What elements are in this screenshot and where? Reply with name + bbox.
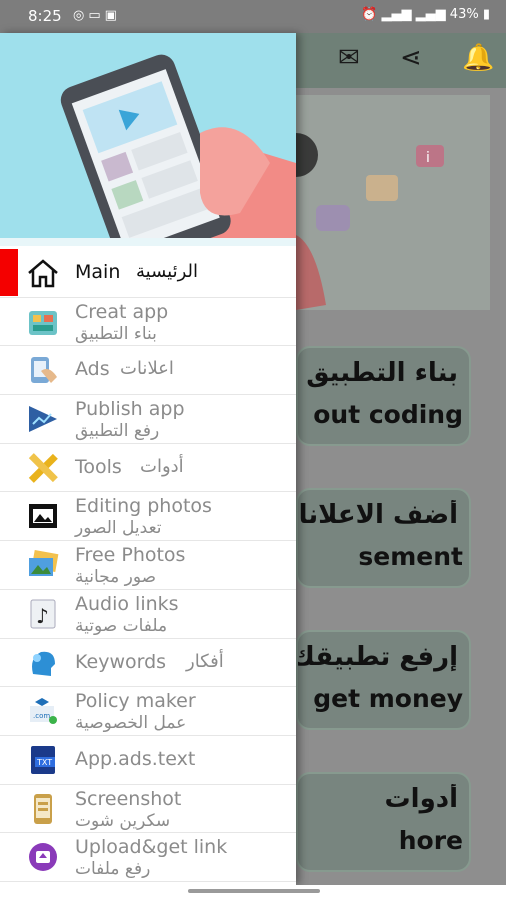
drawer-item-label: Publish app xyxy=(75,398,185,421)
bg-card-title: إرفع تطبيقك xyxy=(298,642,458,672)
drawer-header-illustration xyxy=(0,33,296,246)
status-time: 8:25 xyxy=(28,7,62,25)
txt-file-icon: TXT xyxy=(26,744,60,776)
drawer-item-free-photos[interactable]: Free Photos صور مجانية xyxy=(0,541,296,590)
drawer-item-label: Upload&get link xyxy=(75,836,228,859)
tools-icon xyxy=(26,452,60,484)
bg-card-subtitle: get money xyxy=(313,684,463,713)
drawer-menu: Main الرئيسية Creat app بناء التطبيق Ads… xyxy=(0,249,296,882)
drawer-item-label: Policy maker xyxy=(75,690,196,713)
home-gesture-pill[interactable] xyxy=(188,889,320,893)
ads-icon xyxy=(26,354,60,386)
battery-icon: ▮ xyxy=(482,7,490,22)
drawer-item-label: Screenshot xyxy=(75,787,182,810)
bg-card-subtitle: out coding xyxy=(313,400,463,429)
sync-icon: ◎ xyxy=(73,8,89,23)
bg-card-publish[interactable]: إرفع تطبيقك get money xyxy=(296,630,471,730)
drawer-item-label: Audio links xyxy=(75,592,179,615)
home-icon xyxy=(26,257,60,289)
status-left-icons: ◎▭▣ xyxy=(73,8,121,23)
svg-text:.com: .com xyxy=(33,712,50,720)
drawer-item-label: Ads xyxy=(75,358,110,381)
svg-text:TXT: TXT xyxy=(36,758,52,767)
phone-in-hand-illustration xyxy=(0,33,296,246)
photo-edit-icon xyxy=(26,500,60,532)
status-right: ⏰ ▂▄▆ ▂▄▆ 43% ▮ xyxy=(361,7,490,22)
hero-illustration: i xyxy=(274,95,490,310)
app-toolbar: ✉ ⋖ 🔔 xyxy=(296,33,506,88)
mail-icon[interactable]: ✉ xyxy=(338,43,360,73)
keywords-icon xyxy=(26,647,60,679)
publish-icon xyxy=(26,403,60,435)
bg-card-title: بناء التطبيق xyxy=(306,358,458,388)
svg-text:♪: ♪ xyxy=(36,604,49,628)
drawer-item-label-ar: سكرين شوت xyxy=(75,810,171,831)
share-icon[interactable]: ⋖ xyxy=(400,43,422,73)
screenshot-icon xyxy=(26,793,60,825)
upload-icon xyxy=(26,841,60,873)
message-icon: ▭ xyxy=(88,8,105,23)
drawer-item-audio-links[interactable]: ♪ Audio links ملفات صوتية xyxy=(0,590,296,639)
app-builder-icon xyxy=(26,306,60,338)
bg-card-title: أدوات xyxy=(384,784,458,814)
drawer-item-editing-photos[interactable]: Editing photos تعديل الصور xyxy=(0,492,296,542)
navigation-drawer: Main الرئيسية Creat app بناء التطبيق Ads… xyxy=(0,33,296,885)
status-bar: 8:25 ◎▭▣ ⏰ ▂▄▆ ▂▄▆ 43% ▮ xyxy=(0,0,506,33)
drawer-item-label-ar: أفكار xyxy=(186,650,224,672)
bg-card-subtitle: sement xyxy=(358,542,463,571)
bg-card-title: أضف الاعلانات xyxy=(298,500,458,530)
drawer-item-label-ar: الرئيسية xyxy=(136,261,198,282)
drawer-item-label: Tools xyxy=(75,455,122,478)
battery-text: 43% xyxy=(449,7,479,22)
drawer-item-label-ar: رفع التطبيق xyxy=(75,421,160,442)
drawer-item-label: Free Photos xyxy=(75,544,186,567)
drawer-item-label-ar: صور مجانية xyxy=(75,567,157,588)
drawer-item-tools[interactable]: Tools أدوات xyxy=(0,444,296,493)
drawer-item-create-app[interactable]: Creat app بناء التطبيق xyxy=(0,298,296,347)
hero-art: i xyxy=(274,133,444,310)
bg-card-subtitle: hore xyxy=(398,826,463,855)
drawer-item-screenshot[interactable]: Screenshot سكرين شوت xyxy=(0,785,296,834)
drawer-item-publish-app[interactable]: Publish app رفع التطبيق xyxy=(0,395,296,444)
bg-card-tools[interactable]: أدوات hore xyxy=(296,772,471,872)
signal-icon: ▂▄▆ xyxy=(381,7,412,22)
drawer-item-upload-get-link[interactable]: Upload&get link رفع ملفات xyxy=(0,833,296,882)
image-icon: ▣ xyxy=(104,8,121,23)
drawer-item-label-ar: ملفات صوتية xyxy=(75,615,168,636)
drawer-item-ads[interactable]: Ads اعلانات xyxy=(0,346,296,396)
drawer-item-label: Main xyxy=(75,261,121,283)
drawer-item-label-ar: عمل الخصوصية xyxy=(75,713,187,734)
audio-icon: ♪ xyxy=(26,598,60,630)
photos-icon xyxy=(26,549,60,581)
bg-card-ads[interactable]: أضف الاعلانات sement xyxy=(296,488,471,588)
policy-icon: .com xyxy=(26,695,60,727)
drawer-item-label-ar: بناء التطبيق xyxy=(75,323,157,344)
drawer-item-label-ar: أدوات xyxy=(140,455,184,477)
signal-icon: ▂▄▆ xyxy=(415,7,446,22)
drawer-item-label: Creat app xyxy=(75,300,169,323)
drawer-item-label-ar: رفع ملفات xyxy=(75,859,151,880)
drawer-item-label: App.ads.text xyxy=(75,747,196,770)
svg-text:i: i xyxy=(426,150,430,166)
drawer-item-app-ads-text[interactable]: TXT App.ads.text xyxy=(0,736,296,785)
drawer-item-keywords[interactable]: Keywords أفكار xyxy=(0,639,296,688)
bell-icon[interactable]: 🔔 xyxy=(462,43,494,73)
bg-card-build[interactable]: بناء التطبيق out coding xyxy=(296,346,471,446)
drawer-item-label-ar: تعديل الصور xyxy=(75,518,162,539)
drawer-item-label: Editing photos xyxy=(75,495,212,518)
active-indicator xyxy=(0,249,18,296)
drawer-item-label-ar: اعلانات xyxy=(120,358,174,380)
drawer-item-policy-maker[interactable]: .com Policy maker عمل الخصوصية xyxy=(0,687,296,736)
alarm-icon: ⏰ xyxy=(361,7,378,22)
drawer-item-main[interactable]: Main الرئيسية xyxy=(0,249,296,298)
drawer-item-label: Keywords xyxy=(75,650,167,673)
